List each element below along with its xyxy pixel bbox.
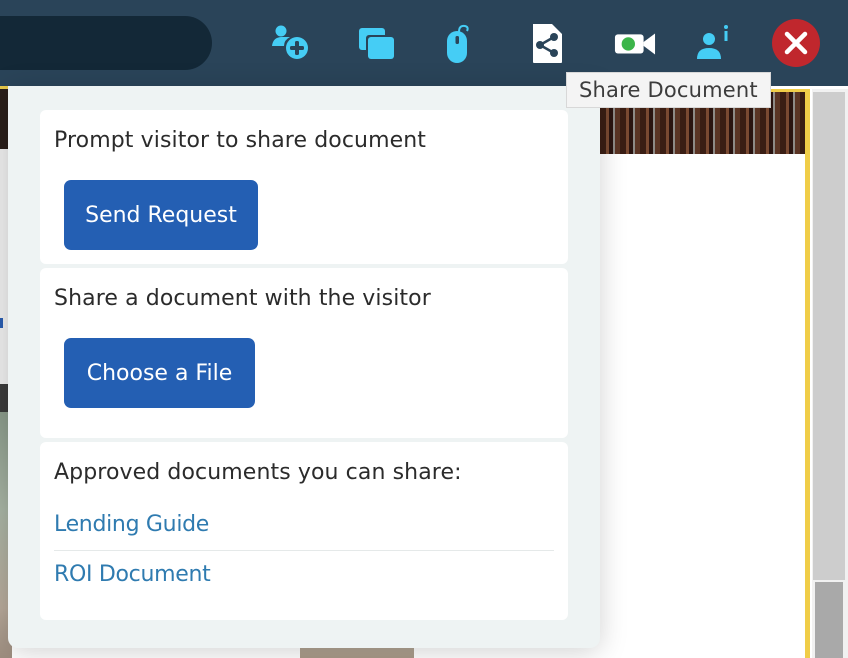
- approved-documents-card: Approved documents you can share: Lendin…: [40, 442, 568, 620]
- share-document-tooltip: Share Document: [566, 72, 771, 108]
- screen-share-button[interactable]: [355, 22, 397, 64]
- request-document-title: Prompt visitor to share document: [54, 128, 427, 153]
- share-document-button[interactable]: [526, 22, 568, 64]
- request-document-card: Prompt visitor to share document Send Re…: [40, 110, 568, 264]
- document-divider: [54, 550, 554, 551]
- cobrowse-frame-border-right: [805, 89, 810, 658]
- search-field[interactable]: [0, 16, 212, 70]
- approved-documents-title: Approved documents you can share:: [54, 460, 462, 485]
- close-session-button[interactable]: [772, 19, 820, 67]
- remote-control-icon: [447, 24, 469, 63]
- scrollbar-thumb[interactable]: [815, 582, 843, 658]
- screen-share-icon: [359, 28, 394, 59]
- video-icon: [614, 33, 656, 55]
- visitor-info-icon: [697, 25, 728, 59]
- send-request-button[interactable]: Send Request: [64, 180, 258, 250]
- share-document-icon: [533, 24, 562, 63]
- add-participant-button[interactable]: [270, 22, 312, 64]
- visitor-info-button[interactable]: [692, 22, 734, 64]
- video-button[interactable]: [614, 22, 656, 64]
- close-icon: [772, 19, 820, 67]
- upload-document-title: Share a document with the visitor: [54, 286, 431, 311]
- upload-document-card: Share a document with the visitor Choose…: [40, 268, 568, 438]
- share-document-panel: Prompt visitor to share document Send Re…: [8, 86, 600, 648]
- remote-control-button[interactable]: [437, 22, 479, 64]
- scrollbar-track-inner[interactable]: [813, 92, 845, 580]
- add-participant-icon: [272, 25, 308, 59]
- document-link-roi-document[interactable]: ROI Document: [54, 562, 211, 587]
- document-link-lending-guide[interactable]: Lending Guide: [54, 512, 209, 537]
- choose-file-button[interactable]: Choose a File: [64, 338, 255, 408]
